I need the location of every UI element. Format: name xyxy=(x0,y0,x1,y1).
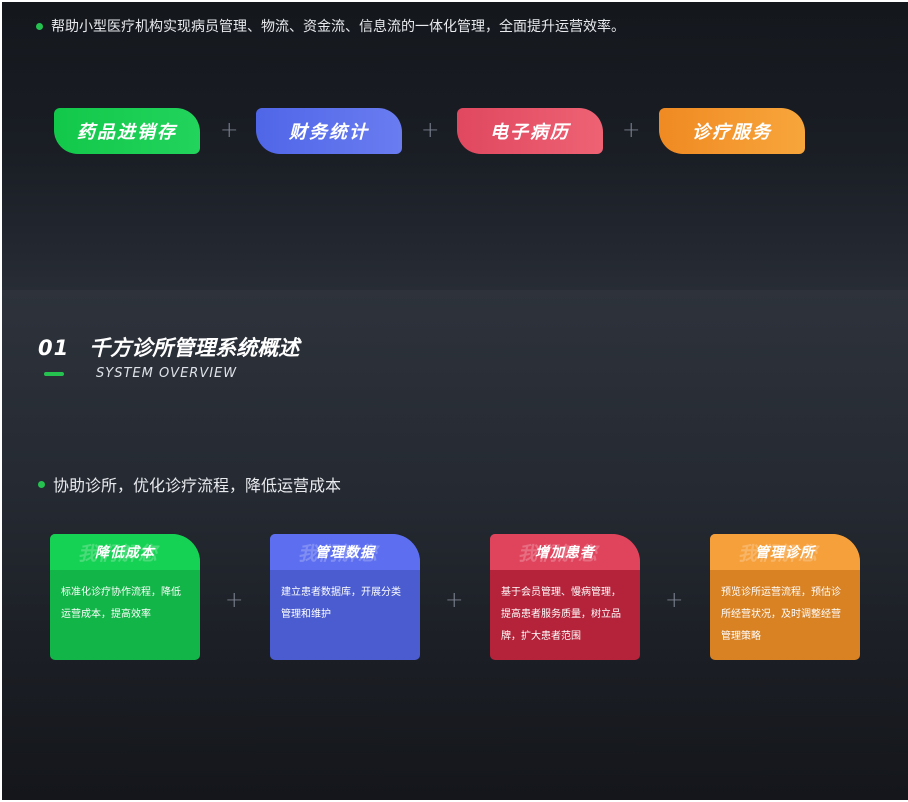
feature-pill-drug-inventory: 药品进销存 xyxy=(54,108,200,154)
card-title: 管理数据 xyxy=(315,545,375,561)
section-title-text: 千方诊所管理系统概述 xyxy=(89,336,300,360)
feature-pill-label: 电子病历 xyxy=(490,122,570,143)
plus-icon: + xyxy=(665,588,684,613)
card-title: 降低成本 xyxy=(95,545,155,561)
section-title: 01 千方诊所管理系统概述 xyxy=(38,332,299,362)
feature-pill-treatment: 诊疗服务 xyxy=(659,108,805,154)
feature-pill-emr: 电子病历 xyxy=(457,108,603,154)
card-header: 我们解您 增加患者 xyxy=(490,534,640,570)
card-body: 预览诊所运营流程，预估诊所经营状况，及时调整经营管理策略 xyxy=(721,587,841,642)
card-reduce-cost: 我们解您 降低成本 标准化诊疗协作流程，降低运营成本，提高效率 xyxy=(50,534,200,660)
card-body: 建立患者数据库，开展分类管理和维护 xyxy=(281,587,401,620)
card-header: 我们解您 管理数据 xyxy=(270,534,420,570)
section-subtitle: SYSTEM OVERVIEW xyxy=(96,366,238,381)
green-dot-icon xyxy=(36,22,43,30)
top-intro-text: 帮助小型医疗机构实现病员管理、物流、资金流、信息流的一体化管理，全面提升运营效率… xyxy=(51,19,625,35)
section-accent-bar xyxy=(44,372,64,376)
plus-icon: + xyxy=(220,118,239,143)
plus-icon: + xyxy=(225,588,244,613)
plus-icon: + xyxy=(622,118,641,143)
feature-pill-finance: 财务统计 xyxy=(256,108,402,154)
slide-frame: 帮助小型医疗机构实现病员管理、物流、资金流、信息流的一体化管理，全面提升运营效率… xyxy=(2,2,908,800)
section-number: 01 xyxy=(38,336,70,360)
feature-pill-label: 财务统计 xyxy=(289,122,369,143)
card-body: 标准化诊疗协作流程，降低运营成本，提高效率 xyxy=(61,587,181,620)
top-intro: 帮助小型医疗机构实现病员管理、物流、资金流、信息流的一体化管理，全面提升运营效率… xyxy=(36,16,625,36)
card-header: 我们解您 管理诊所 xyxy=(710,534,860,570)
card-manage-data: 我们解您 管理数据 建立患者数据库，开展分类管理和维护 xyxy=(270,534,420,660)
card-header: 我们解您 降低成本 xyxy=(50,534,200,570)
section-intro: 协助诊所，优化诊疗流程，降低运营成本 xyxy=(38,472,341,496)
feature-pill-label: 药品进销存 xyxy=(77,122,177,143)
top-panel: 帮助小型医疗机构实现病员管理、物流、资金流、信息流的一体化管理，全面提升运营效率… xyxy=(2,2,908,290)
card-title: 增加患者 xyxy=(535,545,595,561)
green-dot-icon xyxy=(38,480,45,488)
plus-icon: + xyxy=(421,118,440,143)
card-grow-patients: 我们解您 增加患者 基于会员管理、慢病管理，提高患者服务质量，树立品牌，扩大患者… xyxy=(490,534,640,660)
card-body: 基于会员管理、慢病管理，提高患者服务质量，树立品牌，扩大患者范围 xyxy=(501,587,621,642)
card-title: 管理诊所 xyxy=(755,545,815,561)
card-manage-clinic: 我们解您 管理诊所 预览诊所运营流程，预估诊所经营状况，及时调整经营管理策略 xyxy=(710,534,860,660)
plus-icon: + xyxy=(445,588,464,613)
section-intro-text: 协助诊所，优化诊疗流程，降低运营成本 xyxy=(53,476,342,495)
feature-pill-label: 诊疗服务 xyxy=(692,122,772,143)
